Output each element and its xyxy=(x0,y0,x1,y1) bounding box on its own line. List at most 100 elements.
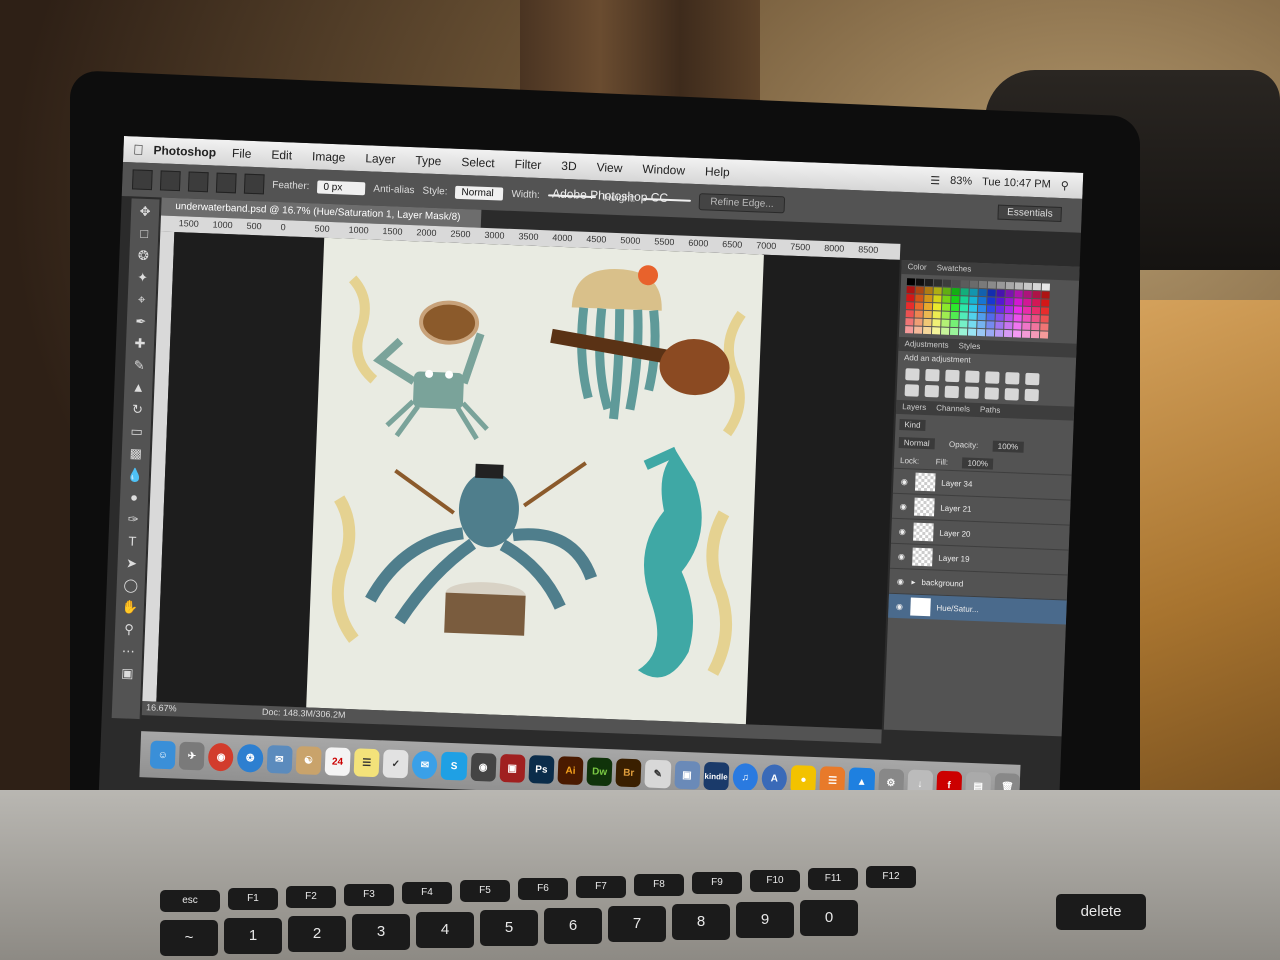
refine-edge-button[interactable]: Refine Edge... xyxy=(699,192,785,213)
swatch-chip[interactable] xyxy=(1014,290,1023,298)
key-9[interactable]: 9 xyxy=(736,902,794,938)
skype-icon[interactable]: S xyxy=(440,751,468,781)
swatch-chip[interactable] xyxy=(977,312,986,321)
swatch-chip[interactable] xyxy=(1004,313,1013,322)
swatch-chip[interactable] xyxy=(1040,315,1049,323)
tab-channels[interactable]: Channels xyxy=(936,401,970,416)
menu-view[interactable]: View xyxy=(596,160,622,175)
swatch-chip[interactable] xyxy=(977,304,987,313)
calendar-icon[interactable]: 24 xyxy=(324,747,351,777)
menu-file[interactable]: File xyxy=(232,146,252,161)
zoom-level[interactable]: 16.67% xyxy=(146,702,177,713)
swatch-chip[interactable] xyxy=(1032,290,1041,299)
swatch-chip[interactable] xyxy=(959,304,969,312)
type-tool-icon[interactable]: T xyxy=(122,532,143,551)
key-f11[interactable]: F11 xyxy=(808,868,858,890)
swatch-chip[interactable] xyxy=(914,302,924,310)
key-f5[interactable]: F5 xyxy=(460,880,510,902)
swatch-chip[interactable] xyxy=(931,327,941,335)
swatch-chip[interactable] xyxy=(932,303,942,311)
curves-icon[interactable] xyxy=(945,369,960,383)
swatch-chip[interactable] xyxy=(986,305,996,313)
swatch-chip[interactable] xyxy=(995,305,1005,313)
swatch-chip[interactable] xyxy=(1005,281,1015,290)
swatch-chip[interactable] xyxy=(932,319,941,327)
swatch-chip[interactable] xyxy=(976,328,986,337)
key-f12[interactable]: F12 xyxy=(866,866,916,888)
swatch-chip[interactable] xyxy=(1031,314,1040,323)
swatch-chip[interactable] xyxy=(905,326,914,334)
swatch-chip[interactable] xyxy=(1022,306,1032,314)
menu-edit[interactable]: Edit xyxy=(271,148,292,163)
swatch-chip[interactable] xyxy=(978,288,987,297)
swatch-chip[interactable] xyxy=(1031,306,1041,315)
swatch-chip[interactable] xyxy=(1014,282,1024,290)
key-4[interactable]: 4 xyxy=(416,912,474,948)
swatch-chip[interactable] xyxy=(924,278,934,287)
swatch-chip[interactable] xyxy=(950,311,959,320)
swatch-chip[interactable] xyxy=(906,278,916,286)
swatch-chip[interactable] xyxy=(987,297,996,305)
path-select-icon[interactable]: ➤ xyxy=(121,554,142,573)
swatch-chip[interactable] xyxy=(940,327,950,335)
swatch-chip[interactable] xyxy=(1041,291,1050,299)
swatch-chip[interactable] xyxy=(959,320,968,328)
swatch-chip[interactable] xyxy=(933,295,942,303)
app-menu[interactable]: Photoshop xyxy=(153,143,216,159)
clock[interactable]: Tue 10:47 PM xyxy=(982,176,1051,191)
vibrance-icon[interactable] xyxy=(985,371,1000,384)
eraser-icon[interactable]: ▭ xyxy=(126,422,147,441)
swatch-chip[interactable] xyxy=(996,297,1005,305)
blur-tool-icon[interactable]: 💧 xyxy=(125,466,146,485)
swatch-chip[interactable] xyxy=(951,295,960,304)
move-tool-icon[interactable]: ✥ xyxy=(135,202,156,221)
swatch-chip[interactable] xyxy=(959,312,968,320)
dodge-tool-icon[interactable]: ● xyxy=(124,488,145,507)
key-f9[interactable]: F9 xyxy=(692,872,742,894)
swatch-chip[interactable] xyxy=(906,294,915,302)
swatch-chip[interactable] xyxy=(923,318,932,327)
key-1[interactable]: 1 xyxy=(224,918,282,954)
swatch-chip[interactable] xyxy=(986,313,995,321)
eye-icon[interactable]: ◉ xyxy=(895,576,905,586)
levels-icon[interactable] xyxy=(925,368,940,382)
swatches-grid[interactable] xyxy=(899,274,1079,344)
key-8[interactable]: 8 xyxy=(672,904,730,940)
swatch-chip[interactable] xyxy=(1004,321,1013,330)
document-workspace[interactable] xyxy=(156,232,900,730)
invert-icon[interactable] xyxy=(984,387,999,400)
add-selection-icon[interactable] xyxy=(187,171,209,193)
menu-layer[interactable]: Layer xyxy=(365,151,396,166)
feather-input[interactable]: 0 px xyxy=(317,179,366,195)
channel-mixer-icon[interactable] xyxy=(944,385,960,399)
swatch-chip[interactable] xyxy=(967,328,977,336)
key-delete[interactable]: delete xyxy=(1056,894,1146,930)
key-f8[interactable]: F8 xyxy=(634,874,684,896)
folder-icon[interactable]: ▸ xyxy=(911,577,915,586)
swatch-chip[interactable] xyxy=(1032,298,1041,307)
bw-icon[interactable] xyxy=(904,384,920,397)
swatch-chip[interactable] xyxy=(969,296,978,304)
swatch-chip[interactable] xyxy=(1040,307,1050,315)
color-swatches-icon[interactable]: ▣ xyxy=(117,664,138,683)
fill-input[interactable]: 100% xyxy=(962,457,994,470)
swatch-chip[interactable] xyxy=(915,286,924,294)
swatch-chip[interactable] xyxy=(1039,331,1049,339)
contacts-icon[interactable]: ☯ xyxy=(295,746,322,776)
workspace-select[interactable]: Essentials xyxy=(997,204,1062,223)
notes-icon[interactable]: ☰ xyxy=(353,748,380,778)
key-0[interactable]: 0 xyxy=(800,900,858,936)
swatch-chip[interactable] xyxy=(915,278,925,286)
apple-icon[interactable]:  xyxy=(123,141,154,158)
swatch-chip[interactable] xyxy=(987,289,996,297)
swatch-chip[interactable] xyxy=(987,281,997,289)
swatch-chip[interactable] xyxy=(994,329,1004,337)
photo-app-icon[interactable]: ▣ xyxy=(499,753,526,783)
subtract-selection-icon[interactable] xyxy=(215,172,237,194)
menu-select[interactable]: Select xyxy=(461,155,495,170)
key-f10[interactable]: F10 xyxy=(750,870,800,892)
illustrator-dock-icon[interactable]: Ai xyxy=(557,756,584,786)
eye-icon[interactable]: ◉ xyxy=(898,502,908,511)
swatch-chip[interactable] xyxy=(950,319,959,328)
tab-layers[interactable]: Layers xyxy=(902,400,927,415)
